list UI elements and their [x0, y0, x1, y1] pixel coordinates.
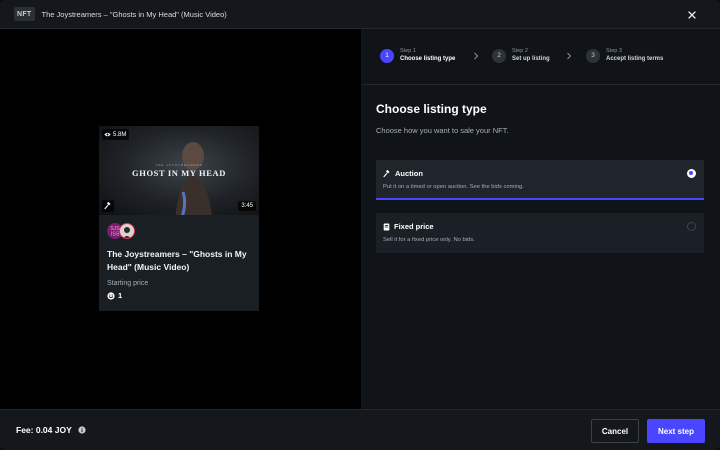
nft-preview-pane: THE JOYSTREAMERS GHOST IN MY HEAD 5.8M 3…: [0, 29, 361, 409]
avatar[interactable]: [119, 223, 135, 239]
next-step-button[interactable]: Next step: [647, 419, 705, 443]
fixed-price-option-description: Sell it for a fixed price only. No bids.: [383, 237, 475, 243]
tag-icon: [383, 223, 390, 230]
fixed-price-option-label: Fixed price: [394, 222, 434, 231]
gavel-icon: [104, 202, 111, 210]
step-kicker: Step 1: [400, 48, 416, 54]
cancel-button[interactable]: Cancel: [591, 419, 639, 443]
auction-option[interactable]: Auction Put it on a timed or open auctio…: [376, 160, 704, 200]
starting-price: 1: [107, 291, 122, 300]
video-card[interactable]: THE JOYSTREAMERS GHOST IN MY HEAD 5.8M 3…: [99, 126, 259, 311]
section-subtitle: Choose how you want to sale your NFT.: [376, 126, 509, 135]
gavel-icon: [383, 169, 390, 177]
starting-price-value: 1: [118, 291, 123, 300]
auction-option-description: Put it on a timed or open auction. See t…: [383, 184, 524, 190]
fixed-price-option[interactable]: Fixed price Sell it for a fixed price on…: [376, 213, 704, 253]
chevron-right-icon: [567, 52, 572, 60]
auction-chip: [102, 200, 114, 212]
modal-header: NFT The Joystreamers – "Ghosts in My Hea…: [0, 0, 720, 29]
duration-badge: 3:45: [238, 201, 256, 211]
fixed-price-radio[interactable]: [687, 222, 696, 231]
step-2: 2 Step 2 Set up listing: [492, 48, 550, 63]
starting-price-label: Starting price: [107, 280, 149, 287]
step-number: 1: [380, 48, 394, 63]
chevron-right-icon: [474, 52, 479, 60]
step-name: Set up listing: [512, 56, 550, 62]
listing-modal: NFT The Joystreamers – "Ghosts in My Hea…: [0, 0, 720, 450]
thumbnail-title-text: GHOST IN MY HEAD: [132, 168, 226, 178]
nft-badge: NFT: [14, 7, 35, 21]
joy-token-icon: [107, 291, 115, 300]
fee-display: Fee: 0.04 JOY: [16, 425, 86, 435]
video-title[interactable]: The Joystreamers – "Ghosts in My Head" (…: [107, 248, 253, 274]
modal-footer: Fee: 0.04 JOY Cancel Next step: [0, 409, 720, 450]
close-icon[interactable]: [686, 8, 698, 20]
section-title: Choose listing type: [376, 102, 487, 116]
modal-title: The Joystreamers – "Ghosts in My Head" (…: [41, 9, 227, 19]
video-thumbnail[interactable]: THE JOYSTREAMERS GHOST IN MY HEAD 5.8M 3…: [99, 126, 259, 215]
step-number: 3: [586, 48, 600, 63]
step-kicker: Step 3: [606, 48, 622, 54]
step-1: 1 Step 1 Choose listing type: [380, 48, 455, 63]
auction-option-label: Auction: [395, 169, 423, 178]
fee-text: Fee: 0.04 JOY: [16, 425, 72, 435]
stepper: 1 Step 1 Choose listing type 2 Step 2 Se…: [361, 29, 720, 85]
views-count: 5.8M: [113, 131, 127, 138]
eye-icon: [104, 132, 111, 137]
step-number: 2: [492, 48, 506, 63]
step-kicker: Step 2: [512, 48, 528, 54]
channel-avatars: SJS ISS: [107, 223, 139, 239]
thumbnail-band-text: THE JOYSTREAMERS: [155, 163, 203, 167]
step-name: Accept listing terms: [606, 56, 664, 62]
auction-radio[interactable]: [687, 169, 696, 178]
listing-form-pane: 1 Step 1 Choose listing type 2 Step 2 Se…: [361, 29, 720, 409]
views-badge: 5.8M: [102, 129, 130, 140]
step-name: Choose listing type: [400, 56, 456, 62]
step-3: 3 Step 3 Accept listing terms: [586, 48, 663, 63]
info-icon[interactable]: [78, 426, 86, 434]
